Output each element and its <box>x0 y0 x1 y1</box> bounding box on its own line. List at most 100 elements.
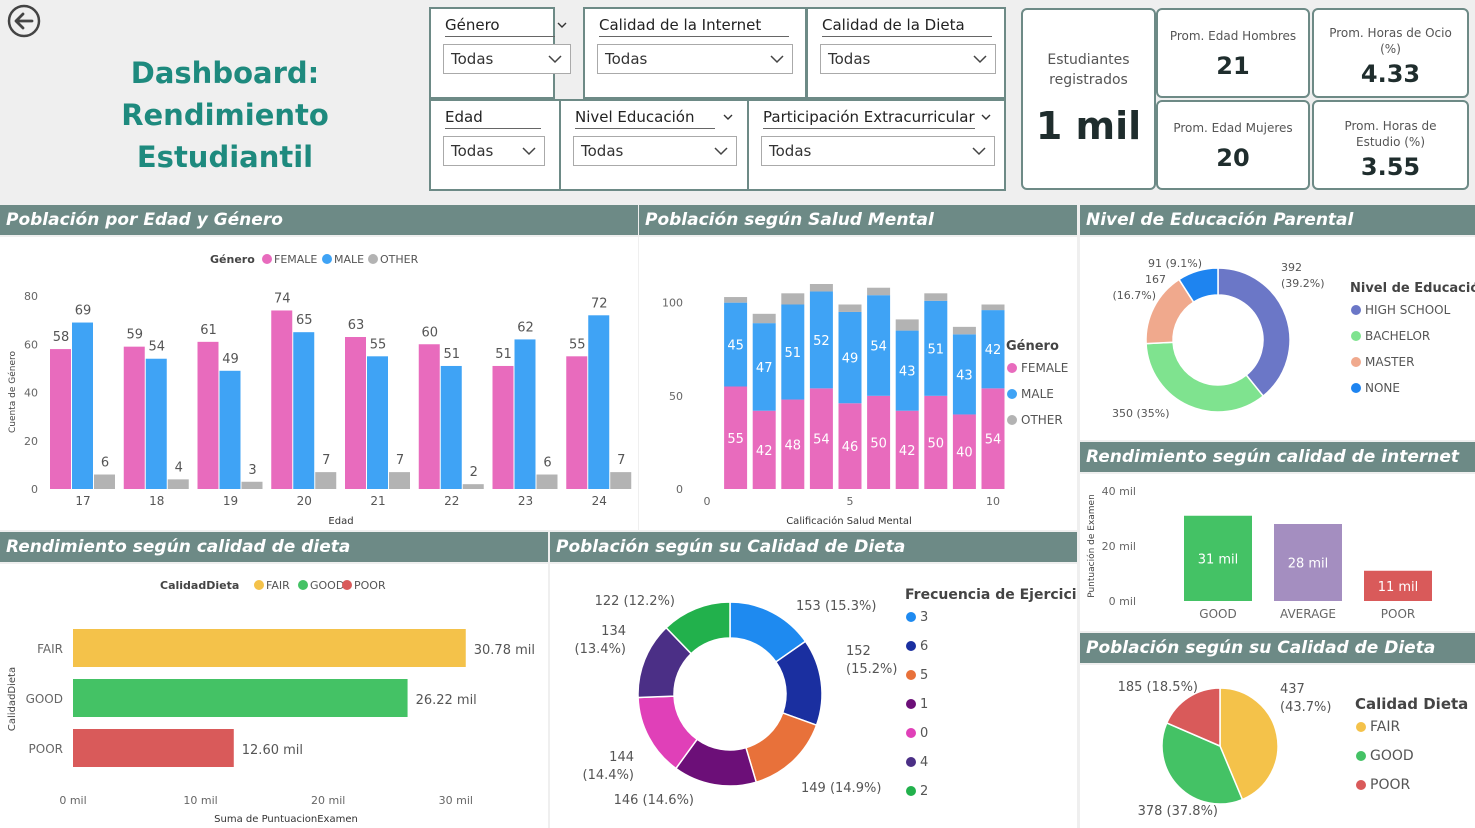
x-tick-label: 10 <box>986 495 1000 508</box>
x-tick-label: 20 mil <box>311 794 345 807</box>
slicer-label: Participación Extracurricular <box>763 108 975 129</box>
data-label: 55 <box>727 432 744 447</box>
bar-female <box>50 349 71 489</box>
chevron-down-icon[interactable] <box>723 112 733 122</box>
x-tick-label: 22 <box>444 494 459 508</box>
slicer-genero[interactable]: Género Todas <box>429 7 571 99</box>
legend-label: FEMALE <box>1021 361 1068 375</box>
legend-marker <box>906 786 916 796</box>
section-header-internet: Rendimiento según calidad de internet <box>1080 442 1475 472</box>
slicer-nivel-educacion[interactable]: Nivel Educación Todas <box>559 99 749 191</box>
legend-marker <box>1351 383 1361 393</box>
section-header-parent-edu: Nivel de Educación Parental <box>1080 205 1475 235</box>
legend-title: CalidadDieta <box>160 579 239 592</box>
bar-female <box>566 356 588 489</box>
legend-label: POOR <box>354 579 386 592</box>
y-tick-label: 0 mil <box>1109 595 1136 608</box>
legend-label: MASTER <box>1365 355 1414 369</box>
y-axis-label: Cuenta de Género <box>7 351 18 434</box>
legend-label: 0 <box>920 726 928 741</box>
bar-other <box>867 287 891 296</box>
x-tick-label: 0 mil <box>59 794 86 807</box>
slicer-edad[interactable]: Edad Todas <box>429 99 561 191</box>
bar-fair <box>73 629 466 667</box>
data-label: 61 <box>200 323 217 338</box>
y-tick-label: GOOD <box>26 692 63 706</box>
slicer-dropdown[interactable]: Todas <box>573 136 737 166</box>
slicer-value: Todas <box>769 142 812 160</box>
data-label: 153 (15.3%) <box>796 599 876 614</box>
bar-male <box>514 339 536 489</box>
slicer-extracurricular[interactable]: Participación Extracurricular Todas <box>747 99 1006 191</box>
data-label: 51 <box>495 347 512 362</box>
data-label: (43.7%) <box>1280 700 1331 715</box>
data-label: 43 <box>899 365 916 380</box>
legend-marker <box>342 580 352 590</box>
legend-label: GOOD <box>1370 748 1414 764</box>
bar-other <box>94 474 115 489</box>
data-label: 2 <box>470 465 478 480</box>
legend-marker <box>906 612 916 622</box>
legend-marker <box>1351 331 1361 341</box>
data-label: 378 (37.8%) <box>1138 804 1218 819</box>
slicer-dropdown[interactable]: Todas <box>761 136 995 166</box>
page-title: Dashboard: Rendimiento Estudiantil <box>121 56 329 174</box>
data-label: 43 <box>956 368 973 383</box>
kpi-value: 3.55 <box>1360 153 1421 181</box>
back-arrow-icon[interactable] <box>7 4 41 38</box>
data-label: 26.22 mil <box>416 693 477 708</box>
bar-female <box>492 365 514 489</box>
y-tick-label: 20 <box>24 435 38 448</box>
data-label: 54 <box>813 433 830 448</box>
bar-female <box>197 341 219 489</box>
y-tick-label: POOR <box>29 742 63 756</box>
legend-marker <box>1007 415 1017 425</box>
y-tick-label: 80 <box>24 290 38 303</box>
data-label: (13.4%) <box>575 642 626 657</box>
data-label: 60 <box>421 325 438 340</box>
data-label: 42 <box>756 444 773 459</box>
slicer-value: Todas <box>828 50 871 68</box>
legend-label: OTHER <box>1021 413 1063 427</box>
x-axis-label: Edad <box>328 516 353 527</box>
slicer-dropdown[interactable]: Todas <box>597 44 793 74</box>
data-label: 28 mil <box>1288 557 1329 572</box>
data-label: 51 <box>928 342 945 357</box>
x-tick-label: POOR <box>1381 607 1415 621</box>
bar-other <box>724 297 748 303</box>
slicer-dieta[interactable]: Calidad de la Dieta Todas <box>806 7 1006 99</box>
x-axis-label: Suma de PuntuacionExamen <box>214 814 358 825</box>
chevron-down-icon[interactable] <box>981 112 991 122</box>
y-tick-label: FAIR <box>37 642 63 656</box>
data-label: 48 <box>785 438 802 453</box>
y-tick-label: 60 <box>24 338 38 351</box>
data-label: 42 <box>899 444 916 459</box>
slicer-dropdown[interactable]: Todas <box>820 44 996 74</box>
x-tick-label: 19 <box>223 494 238 508</box>
slicer-dropdown[interactable]: Todas <box>443 44 571 74</box>
data-label: 7 <box>322 453 330 468</box>
data-label: 6 <box>543 456 551 471</box>
kpi-age-men-card: Prom. Edad Hombres 21 <box>1156 8 1310 98</box>
legend-label: BACHELOR <box>1365 329 1430 343</box>
data-label: 50 <box>928 436 945 451</box>
chevron-down-icon <box>972 147 986 156</box>
x-tick-label: 24 <box>592 494 607 508</box>
chevron-down-icon[interactable] <box>557 20 567 30</box>
slicer-dropdown[interactable]: Todas <box>443 136 545 166</box>
legend-marker <box>906 757 916 767</box>
slicer-internet[interactable]: Calidad de la Internet Todas <box>583 7 807 99</box>
x-tick-label: GOOD <box>1199 607 1236 621</box>
data-label: 185 (18.5%) <box>1118 680 1198 695</box>
y-axis-label: CalidadDieta <box>7 667 18 731</box>
bar-other <box>895 319 919 331</box>
section-header-mental: Población según Salud Mental <box>639 205 1077 235</box>
data-label: 58 <box>53 330 70 345</box>
bar-other <box>952 326 976 335</box>
data-label: 59 <box>126 328 143 343</box>
legend-marker <box>368 254 378 264</box>
x-tick-label: AVERAGE <box>1280 607 1336 621</box>
legend-marker <box>906 670 916 680</box>
bar-male <box>293 332 315 489</box>
bar-other <box>610 472 632 489</box>
